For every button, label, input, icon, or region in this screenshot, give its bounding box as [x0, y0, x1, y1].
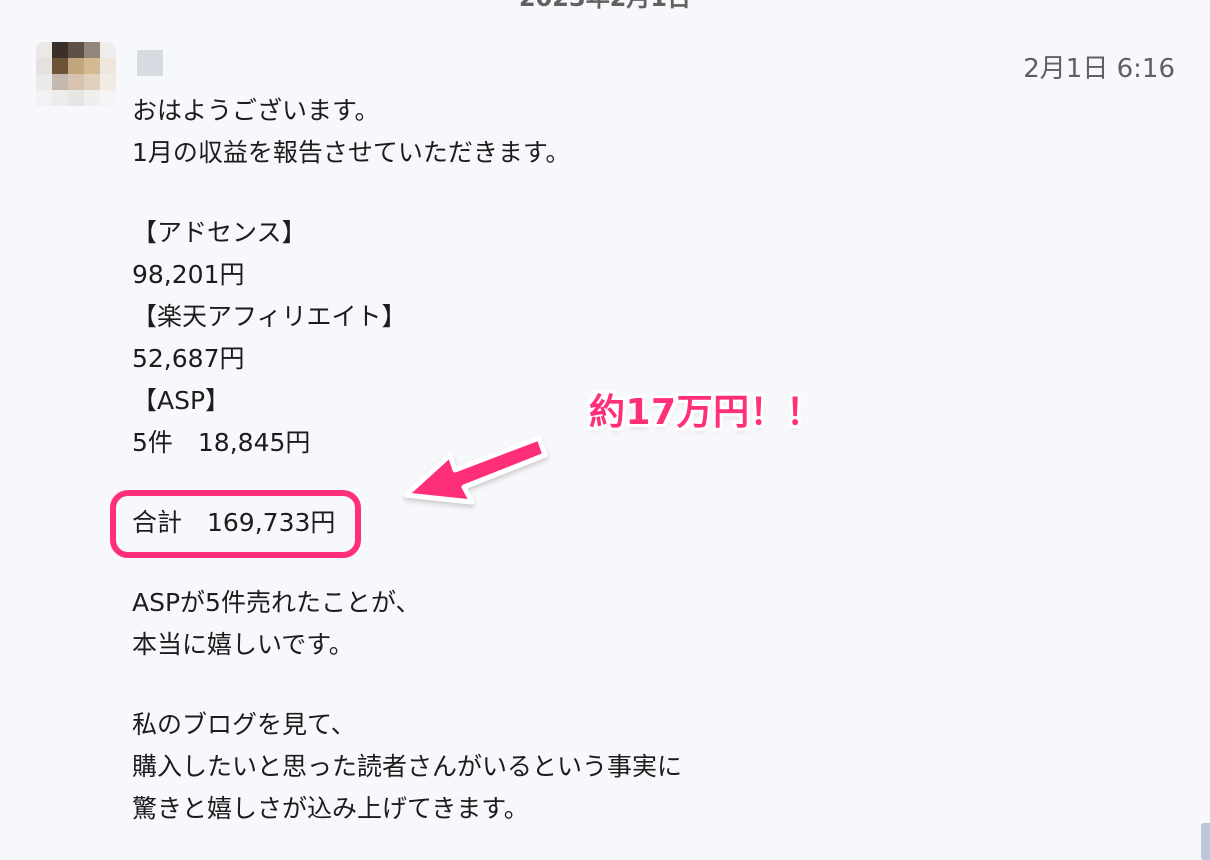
- message-line: 【アドセンス】: [132, 218, 307, 247]
- message-line: 【ASP】: [132, 386, 231, 415]
- message-line: 驚きと嬉しさが込み上げてきます。: [132, 794, 529, 823]
- message-line: 私のブログを見て、: [132, 710, 356, 739]
- username-redacted[interactable]: [137, 50, 163, 76]
- scrollbar-thumb[interactable]: [1201, 823, 1210, 860]
- message-line: ASPが5件売れたことが、: [132, 588, 421, 617]
- message-line: 52,687円: [132, 344, 245, 373]
- message-line: 本当に嬉しいです。: [132, 630, 354, 659]
- avatar[interactable]: [36, 42, 116, 122]
- callout-text: 約17万円！！: [589, 392, 823, 433]
- message-line: 購入したいと思った読者さんがいるという事実に: [132, 752, 683, 781]
- message-line: おはようございます。: [132, 96, 380, 125]
- date-divider: 2023年2月1日: [0, 0, 1210, 13]
- message-line: 【楽天アフィリエイト】: [132, 302, 407, 331]
- message-line: 1月の収益を報告させていただきます。: [132, 138, 571, 167]
- message-line: 98,201円: [132, 260, 245, 289]
- total-line: 合計 169,733円: [132, 508, 336, 537]
- message-timestamp[interactable]: 2月1日 6:16: [1023, 48, 1175, 85]
